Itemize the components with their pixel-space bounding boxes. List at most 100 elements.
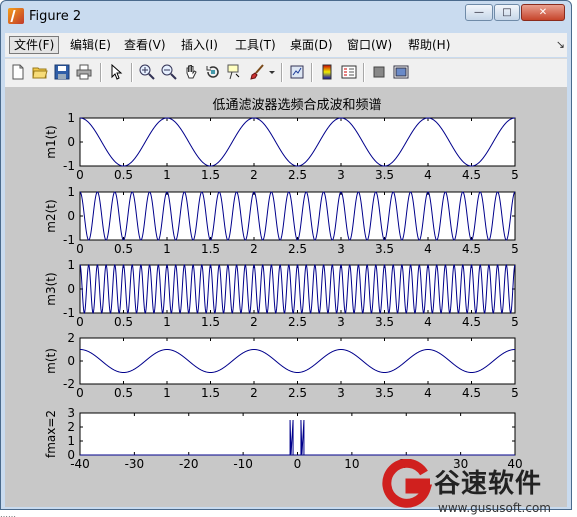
print-icon[interactable]: [76, 64, 92, 80]
figure-title: 低通滤波器选频合成波和频谱: [212, 98, 381, 113]
figure-canvas: 低通滤波器选频合成波和频谱 0 0.5 1 1.5 2 2.5 3 3.5 4 4.5 5 1 0 -1 m…: [5, 87, 567, 507]
hide-plot-tools-icon[interactable]: [371, 64, 387, 80]
x-tick-label: 3: [337, 168, 345, 182]
zoom-in-icon[interactable]: [139, 64, 155, 80]
x-tick-label: 3.5: [375, 315, 394, 329]
figure-window: Figure 2 — □ ✕ 文件(F) 编辑(E) 查看(V) 插入(I) 工…: [0, 0, 572, 510]
rotate-3d-icon[interactable]: [205, 64, 221, 80]
data-cursor-icon[interactable]: [227, 64, 243, 80]
open-folder-icon[interactable]: [32, 64, 48, 80]
x-tick-label: 1: [163, 315, 171, 329]
x-tick-label: 1.5: [201, 168, 220, 182]
maximize-button[interactable]: □: [494, 4, 520, 21]
toolbar-separator: [131, 63, 133, 82]
watermark-brand: 谷速软件: [434, 469, 543, 499]
toolbar-separator: [281, 63, 283, 82]
x-tick-label: 5: [511, 386, 519, 400]
y-tick-label: 0: [67, 354, 75, 368]
pan-hand-icon[interactable]: [183, 64, 199, 80]
x-tick-label: 5: [511, 315, 519, 329]
x-tick-label: 4: [424, 386, 432, 400]
legend-icon[interactable]: [341, 64, 357, 80]
subplots-svg: 低通滤波器选频合成波和频谱 0 0.5 1 1.5 2 2.5 3 3.5 4 4.5 510-1m…: [44, 98, 523, 471]
y-tick-label: 0: [67, 135, 75, 149]
y-axis-label: m3(t): [44, 272, 58, 305]
x-tick-label: 0.5: [114, 386, 133, 400]
figure-toolbar: [5, 58, 567, 88]
y-tick-label: -1: [63, 159, 75, 173]
x-tick-label: 0.5: [114, 242, 133, 256]
menu-file[interactable]: 文件(F): [9, 36, 60, 54]
x-tick-label: 0: [294, 457, 302, 471]
save-icon[interactable]: [54, 64, 70, 80]
axes-box-5: [79, 412, 516, 456]
x-tick-label: 3.5: [375, 242, 394, 256]
toolbar-separator: [100, 63, 102, 82]
brush-icon[interactable]: [249, 64, 265, 80]
x-tick-label: 1: [163, 242, 171, 256]
x-tick-label: 3: [337, 315, 345, 329]
y-axis-label: m2(t): [44, 199, 58, 232]
window-title: Figure 2: [29, 9, 82, 24]
menu-dock-icon[interactable]: ↘: [556, 38, 565, 51]
y-tick-label: 0: [67, 448, 75, 462]
toolbar-separator: [363, 63, 365, 82]
y-axis-label: fmax=2: [44, 410, 58, 458]
x-tick-label: 3: [337, 386, 345, 400]
x-tick-label: 4.5: [462, 242, 481, 256]
y-tick-label: 1: [67, 258, 75, 272]
menu-insert[interactable]: 插入(I): [177, 36, 222, 54]
x-tick-label: 1.5: [201, 386, 220, 400]
x-tick-label: 4.5: [462, 386, 481, 400]
x-tick-label: 0: [76, 242, 84, 256]
close-button[interactable]: ✕: [521, 4, 565, 21]
x-tick-label: 4.5: [462, 168, 481, 182]
menu-edit[interactable]: 编辑(E): [66, 36, 115, 54]
x-tick-label: 5: [511, 242, 519, 256]
y-axis-label: m(t): [44, 348, 58, 374]
x-tick-label: 0: [76, 315, 84, 329]
x-tick-label: 0.5: [114, 168, 133, 182]
y-tick-label: 1: [67, 434, 75, 448]
x-tick-label: 4: [424, 242, 432, 256]
menu-view[interactable]: 查看(V): [120, 36, 170, 54]
show-plot-tools-icon[interactable]: [393, 64, 409, 80]
x-tick-label: 2: [250, 386, 258, 400]
y-tick-label: -1: [63, 306, 75, 320]
x-tick-label: 4.5: [462, 315, 481, 329]
dropdown-arrow-icon[interactable]: [267, 64, 277, 80]
x-tick-label: -30: [125, 457, 145, 471]
y-tick-label: 3: [67, 406, 75, 420]
menu-help[interactable]: 帮助(H): [404, 36, 454, 54]
menu-bar: 文件(F) 编辑(E) 查看(V) 插入(I) 工具(T) 桌面(D) 窗口(W…: [5, 33, 567, 57]
x-tick-label: 2: [250, 242, 258, 256]
x-tick-label: 4: [424, 168, 432, 182]
colorbar-icon[interactable]: [319, 64, 335, 80]
y-tick-label: -2: [63, 377, 75, 391]
x-tick-label: 1.5: [201, 315, 220, 329]
new-figure-icon[interactable]: [10, 64, 26, 80]
menu-window[interactable]: 窗口(W): [343, 36, 396, 54]
matlab-icon: [8, 8, 24, 24]
y-tick-label: 2: [67, 420, 75, 434]
y-tick-label: -1: [63, 233, 75, 247]
x-tick-label: 3.5: [375, 168, 394, 182]
minimize-button[interactable]: —: [465, 4, 493, 21]
title-bar[interactable]: Figure 2 — □ ✕: [1, 1, 571, 31]
x-tick-label: 2: [250, 315, 258, 329]
x-tick-label: 0.5: [114, 315, 133, 329]
pointer-icon[interactable]: [108, 64, 124, 80]
x-tick-label: 2.5: [288, 315, 307, 329]
x-tick-label: 2.5: [288, 386, 307, 400]
x-tick-label: 3: [337, 242, 345, 256]
x-tick-label: 1: [163, 168, 171, 182]
zoom-out-icon[interactable]: [161, 64, 177, 80]
link-plot-icon[interactable]: [289, 64, 305, 80]
x-tick-label: 0: [76, 168, 84, 182]
x-tick-label: 1: [163, 386, 171, 400]
menu-desktop[interactable]: 桌面(D): [286, 36, 337, 54]
y-tick-label: 2: [67, 331, 75, 345]
x-tick-label: 2.5: [288, 242, 307, 256]
menu-tools[interactable]: 工具(T): [231, 36, 280, 54]
x-tick-label: 0: [76, 386, 84, 400]
